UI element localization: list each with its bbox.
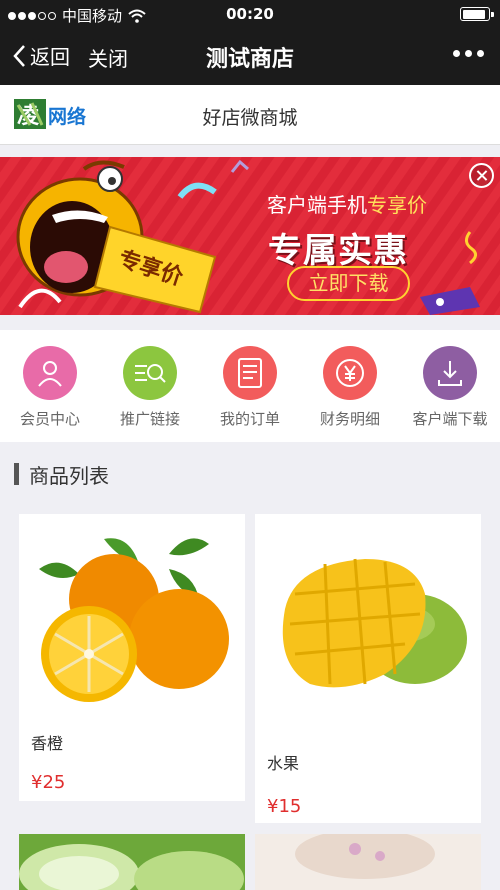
- banner-headline: 客户端手机专享价: [267, 189, 427, 218]
- section-title: 商品列表: [29, 463, 109, 488]
- product-price: ¥25: [31, 772, 66, 793]
- nav-bar: 返回 关闭 测试商店: [0, 28, 500, 85]
- banner-line1-prefix: 客户端手机: [267, 193, 367, 217]
- page-title: 测试商店: [205, 47, 294, 72]
- section-header: 商品列表: [14, 462, 109, 488]
- product-image: [255, 834, 481, 890]
- menu-item-finance-details[interactable]: 财务明细: [300, 330, 400, 442]
- product-price: ¥15: [267, 796, 302, 817]
- product-card[interactable]: [19, 834, 245, 890]
- chevron-left-icon: [13, 44, 25, 67]
- menu-label: 我的订单: [219, 410, 280, 428]
- download-now-button[interactable]: 立即下载: [287, 266, 410, 301]
- menu-item-member-center[interactable]: 会员中心: [0, 330, 100, 442]
- menu-label: 推广链接: [119, 410, 180, 428]
- menu-label: 客户端下载: [412, 410, 488, 428]
- product-name: 水果: [267, 754, 300, 773]
- battery-icon: [460, 7, 494, 21]
- menu-item-promo-link[interactable]: 推广链接: [100, 330, 200, 442]
- back-button[interactable]: 返回: [12, 41, 70, 70]
- menu-item-my-orders[interactable]: 我的订单: [200, 330, 300, 442]
- yen-icon: [323, 346, 377, 400]
- menu-label: 财务明细: [319, 410, 380, 428]
- menu-label: 会员中心: [19, 410, 80, 428]
- promo-banner[interactable]: 专享价 客户端手机专享价 专属实惠 立即下载: [0, 157, 500, 315]
- section-marker: [14, 463, 19, 485]
- user-icon: [23, 346, 77, 400]
- quick-menu: 会员中心 推广链接 我的订单 财务明细 客户端下载: [0, 330, 500, 442]
- banner-close-icon[interactable]: [469, 163, 494, 188]
- product-image: [19, 834, 245, 890]
- search-list-icon: [123, 346, 177, 400]
- product-name: 香橙: [31, 734, 64, 753]
- product-image: [19, 514, 245, 718]
- product-card[interactable]: 水果 ¥15: [255, 514, 481, 823]
- menu-item-client-download[interactable]: 客户端下载: [400, 330, 500, 442]
- product-card[interactable]: [255, 834, 481, 890]
- shop-header: 凌 网络 好店微商城: [0, 85, 500, 145]
- banner-line1-highlight: 专享价: [367, 193, 427, 217]
- download-icon: [423, 346, 477, 400]
- banner-artwork: 专享价: [0, 157, 500, 315]
- product-image: [255, 514, 481, 740]
- status-bar: 中国移动 00:20: [0, 0, 500, 28]
- banner-subheadline: 专属实惠: [268, 231, 408, 271]
- close-button[interactable]: 关闭: [88, 43, 128, 72]
- order-icon: [223, 346, 277, 400]
- clock: 00:20: [226, 5, 274, 23]
- product-card[interactable]: 香橙 ¥25: [19, 514, 245, 801]
- back-label: 返回: [30, 45, 70, 69]
- more-options-button[interactable]: [453, 50, 484, 57]
- shop-name: 好店微商城: [202, 107, 298, 129]
